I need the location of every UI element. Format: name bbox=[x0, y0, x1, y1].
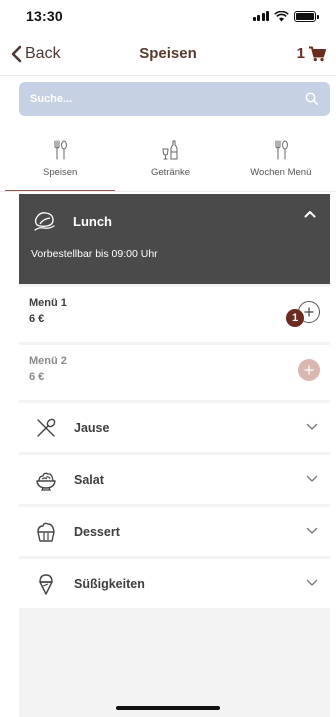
menu-item-name: Menü 1 bbox=[29, 297, 67, 309]
add-button-disabled bbox=[298, 359, 320, 381]
search-bar bbox=[19, 82, 330, 116]
search-icon bbox=[305, 92, 318, 105]
category-label: Jause bbox=[74, 420, 110, 435]
fork-spoon-icon bbox=[54, 140, 68, 160]
menu-content: Lunch Vorbestellbar bis 09:00 Uhr Menü 1… bbox=[19, 194, 330, 717]
back-button[interactable]: Back bbox=[10, 45, 61, 63]
category-label: Süßigkeiten bbox=[74, 576, 145, 591]
status-bar: 13:30 bbox=[0, 0, 336, 32]
battery-icon bbox=[294, 10, 319, 22]
category-tabs: Speisen Getränke Wochen Menü bbox=[5, 136, 336, 192]
fork-spoon-crossed-icon bbox=[37, 418, 56, 437]
menu-item-price: 6 € bbox=[29, 313, 45, 325]
chevron-up-icon[interactable] bbox=[304, 210, 316, 218]
tab-label: Wochen Menü bbox=[250, 167, 312, 178]
tab-wochen-menue[interactable]: Wochen Menü bbox=[226, 136, 336, 192]
plus-icon bbox=[304, 365, 314, 375]
category-dessert[interactable]: Dessert bbox=[19, 507, 330, 556]
glass-bottle-icon bbox=[162, 140, 178, 160]
tab-label: Speisen bbox=[42, 167, 78, 178]
plus-icon bbox=[304, 307, 314, 317]
category-label: Dessert bbox=[74, 524, 120, 539]
hat-icon bbox=[34, 212, 55, 231]
category-suessigkeiten[interactable]: Süßigkeiten bbox=[19, 559, 330, 608]
menu-item-menue-2: Menü 2 6 € bbox=[19, 345, 330, 400]
wifi-icon bbox=[274, 10, 289, 21]
chevron-down-icon bbox=[306, 475, 318, 482]
tab-speisen[interactable]: Speisen bbox=[5, 136, 116, 192]
salad-bowl-icon bbox=[36, 472, 56, 491]
ice-cream-icon bbox=[39, 573, 53, 595]
tab-label: Getränke bbox=[150, 167, 191, 178]
status-icons bbox=[252, 10, 319, 22]
fork-spoon-icon bbox=[275, 140, 288, 160]
quantity-badge: 1 bbox=[286, 309, 304, 327]
menu-item-menue-1: Menü 1 6 € 1 bbox=[19, 287, 330, 342]
category-label: Salat bbox=[74, 472, 104, 487]
cart-count: 1 bbox=[296, 45, 305, 62]
status-time: 13:30 bbox=[26, 8, 63, 24]
navigation-bar: Back Speisen 1 bbox=[0, 32, 336, 76]
home-indicator bbox=[116, 706, 220, 710]
menu-item-name: Menü 2 bbox=[29, 355, 67, 367]
lunch-subtitle: Vorbestellbar bis 09:00 Uhr bbox=[31, 248, 158, 260]
chevron-down-icon bbox=[306, 579, 318, 586]
cart-icon bbox=[309, 46, 326, 61]
search-input[interactable] bbox=[19, 82, 330, 116]
chevron-down-icon bbox=[306, 527, 318, 534]
signal-icon bbox=[252, 11, 269, 21]
menu-item-price: 6 € bbox=[29, 371, 45, 383]
category-jause[interactable]: Jause bbox=[19, 403, 330, 452]
lunch-section-header[interactable]: Lunch Vorbestellbar bis 09:00 Uhr bbox=[19, 194, 330, 284]
tab-getraenke[interactable]: Getränke bbox=[115, 136, 225, 192]
cart-button[interactable]: 1 bbox=[297, 45, 326, 62]
category-salat[interactable]: Salat bbox=[19, 455, 330, 504]
cupcake-icon bbox=[37, 522, 55, 542]
chevron-left-icon bbox=[11, 45, 22, 62]
lunch-title-row: Lunch bbox=[31, 208, 318, 234]
chevron-down-icon bbox=[306, 423, 318, 430]
tabs-divider bbox=[0, 191, 336, 192]
back-label: Back bbox=[25, 44, 61, 62]
lunch-title: Lunch bbox=[73, 213, 112, 229]
